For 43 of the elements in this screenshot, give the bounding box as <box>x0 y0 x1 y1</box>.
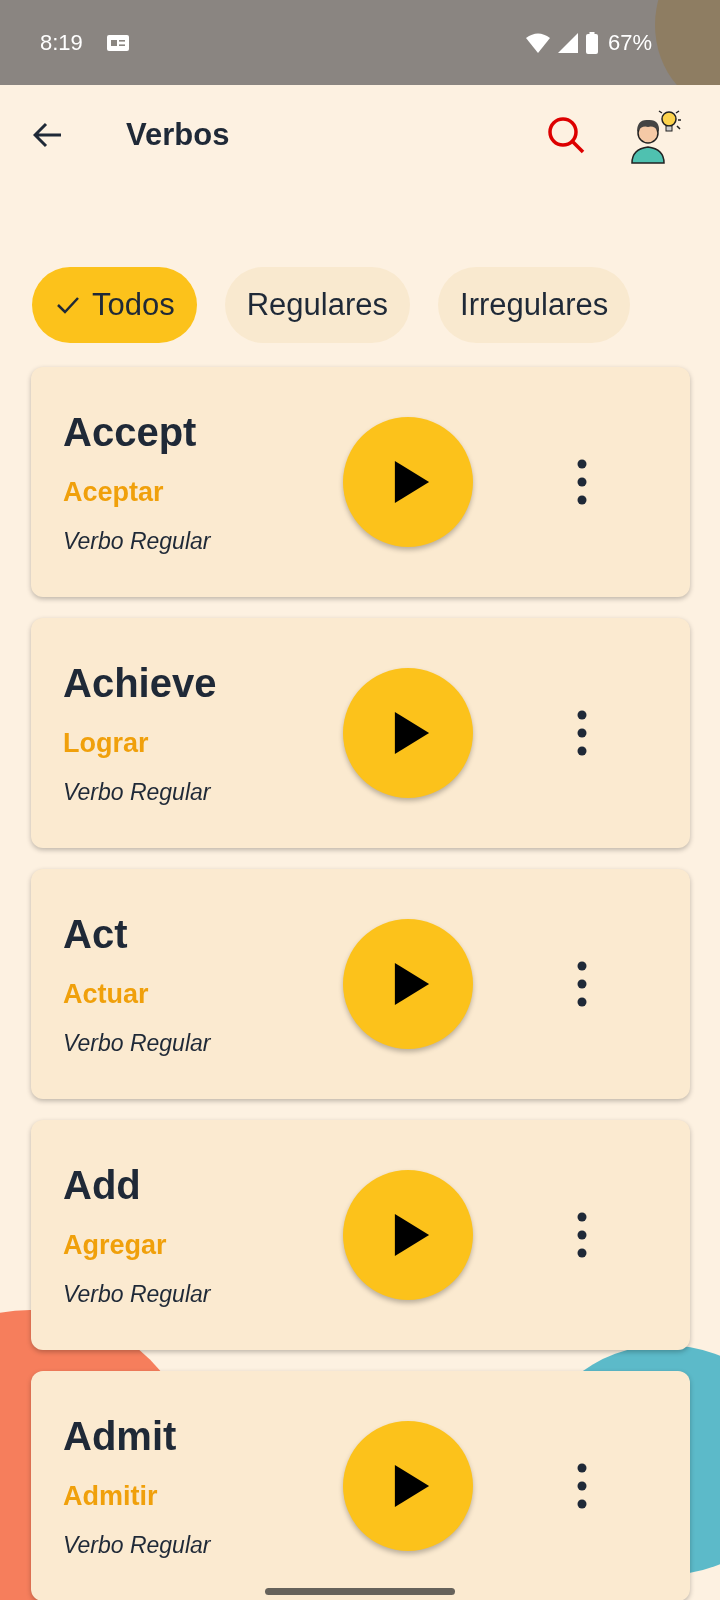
filter-chip[interactable]: Irregulares <box>438 267 631 343</box>
verb-translation: Agregar <box>63 1229 167 1261</box>
play-icon <box>393 461 431 503</box>
status-time: 8:19 <box>40 29 83 56</box>
verb-translation: Actuar <box>63 978 149 1010</box>
more-options-icon[interactable] <box>576 710 587 756</box>
battery-icon <box>585 31 598 54</box>
verb-card[interactable]: Add Agregar Verbo Regular <box>31 1120 690 1350</box>
verb-word: Accept <box>63 409 197 455</box>
search-icon[interactable] <box>546 115 586 155</box>
more-options-icon[interactable] <box>576 961 587 1007</box>
wifi-icon <box>525 32 550 53</box>
verb-card[interactable]: Act Actuar Verbo Regular <box>31 869 690 1099</box>
check-icon <box>56 295 80 315</box>
verb-word: Add <box>63 1162 141 1208</box>
verb-word: Act <box>63 911 128 957</box>
more-options-icon[interactable] <box>576 1463 587 1509</box>
verb-type: Verbo Regular <box>63 1029 211 1057</box>
back-arrow-icon[interactable] <box>33 122 63 148</box>
notification-icon <box>106 34 129 51</box>
verb-word: Achieve <box>63 660 217 706</box>
verb-type: Verbo Regular <box>63 778 211 806</box>
verb-card[interactable]: Admit Admitir Verbo Regular <box>31 1371 690 1600</box>
more-options-icon[interactable] <box>576 459 587 505</box>
verb-type: Verbo Regular <box>63 1531 211 1559</box>
verb-type: Verbo Regular <box>63 527 211 555</box>
filter-chip[interactable]: Regulares <box>224 267 411 343</box>
battery-percent: 67% <box>607 29 652 56</box>
verb-card[interactable]: Achieve Lograr Verbo Regular <box>31 618 690 848</box>
signal-icon <box>557 32 578 53</box>
verb-type: Verbo Regular <box>63 1280 211 1308</box>
more-options-icon[interactable] <box>576 1212 587 1258</box>
play-icon <box>393 963 431 1005</box>
play-icon <box>393 712 431 754</box>
verb-translation: Admitir <box>63 1480 158 1512</box>
play-icon <box>393 1465 431 1507</box>
verb-translation: Lograr <box>63 727 149 759</box>
verb-card[interactable]: Accept Aceptar Verbo Regular <box>31 367 690 597</box>
verb-word: Admit <box>63 1413 177 1459</box>
page-title: Verbos <box>126 117 230 153</box>
verb-translation: Aceptar <box>63 476 164 508</box>
play-icon <box>393 1214 431 1256</box>
filter-chip[interactable]: Todos <box>32 267 197 343</box>
